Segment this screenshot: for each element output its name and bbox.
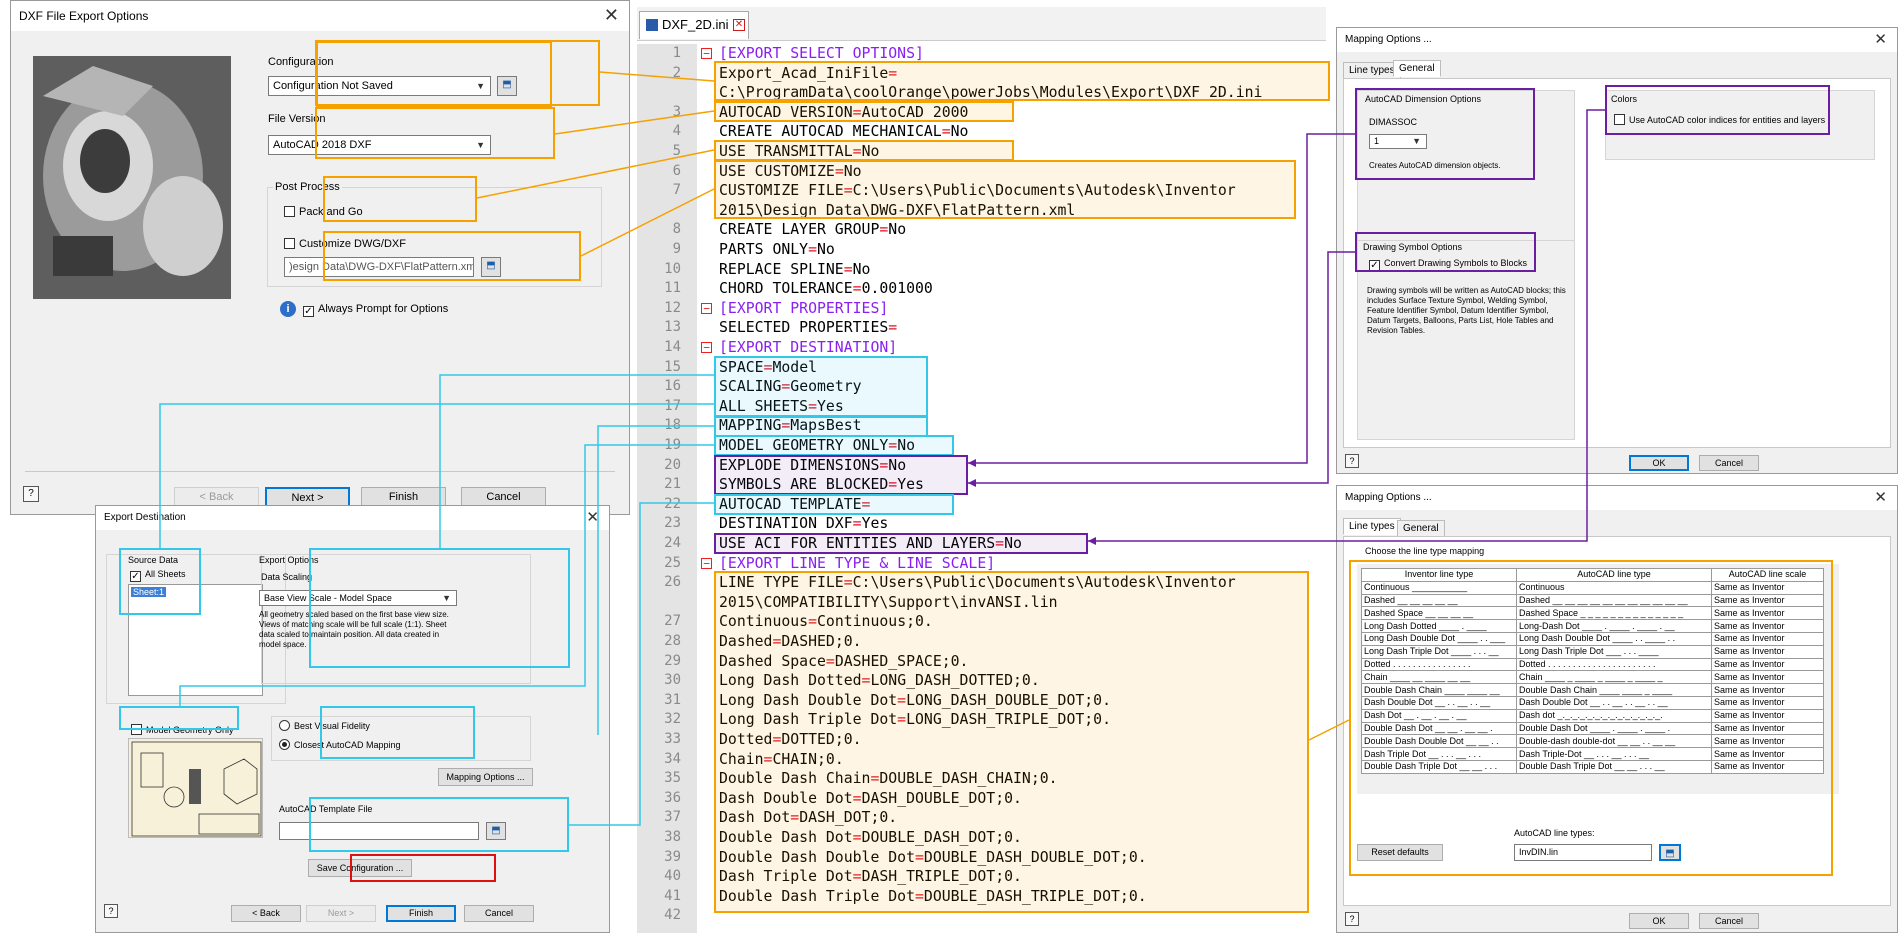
arrow-symbols xyxy=(968,479,976,487)
connector-dimensions xyxy=(968,133,1355,464)
connector-model-geom xyxy=(179,444,714,706)
connector-lines xyxy=(159,71,1605,826)
connector-scaling xyxy=(439,374,714,548)
connector-template xyxy=(569,502,714,826)
connector-mapping-radio xyxy=(597,425,714,735)
connector-linetype xyxy=(1308,719,1350,741)
connector-config xyxy=(599,71,715,82)
connector-post-process xyxy=(476,149,715,199)
connector-aci xyxy=(1088,109,1605,542)
arrow-aci xyxy=(1088,537,1096,545)
connector-symbols xyxy=(968,251,1355,484)
connector-customize xyxy=(580,188,715,257)
arrow-dimensions xyxy=(968,459,976,467)
connector-version xyxy=(554,110,715,135)
